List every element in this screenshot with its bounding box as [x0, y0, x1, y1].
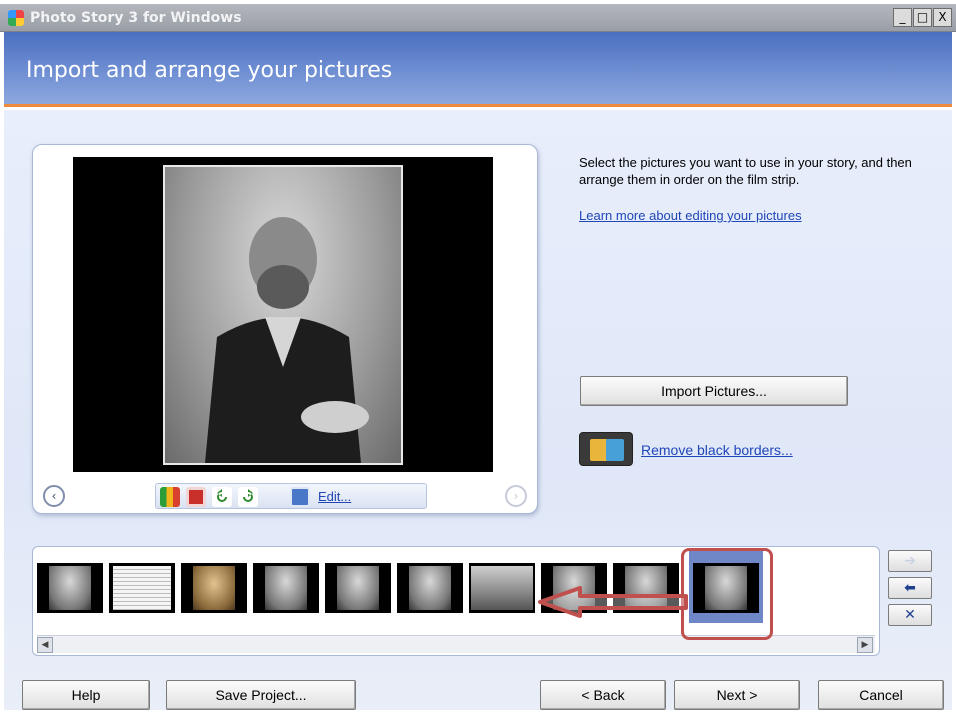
- app-icon: [8, 10, 24, 26]
- annotation-highlight: [681, 548, 773, 640]
- picture-toolbar: Edit...: [155, 483, 427, 509]
- remove-borders-icon[interactable]: [579, 432, 633, 466]
- cancel-button[interactable]: Cancel: [818, 680, 944, 710]
- preview-image: [73, 157, 493, 472]
- film-item[interactable]: [541, 563, 607, 613]
- film-item[interactable]: [397, 563, 463, 613]
- maximize-button[interactable]: □: [913, 8, 932, 27]
- minimize-button[interactable]: _: [893, 8, 912, 27]
- rotate-left-icon[interactable]: [212, 487, 232, 507]
- import-pictures-button[interactable]: Import Pictures...: [580, 376, 848, 406]
- film-item[interactable]: [613, 563, 679, 613]
- next-picture-button[interactable]: ›: [505, 485, 527, 507]
- film-item[interactable]: [325, 563, 391, 613]
- film-item[interactable]: [253, 563, 319, 613]
- film-item[interactable]: [109, 563, 175, 613]
- film-item[interactable]: [37, 563, 103, 613]
- scroll-right-button[interactable]: ▶: [857, 637, 873, 653]
- title-bar: Photo Story 3 for Windows _ □ X: [0, 4, 956, 32]
- move-left-button[interactable]: ⬅: [888, 577, 932, 599]
- red-eye-icon[interactable]: [186, 487, 206, 507]
- move-right-button[interactable]: ➔: [888, 550, 932, 572]
- edit-link[interactable]: Edit...: [318, 489, 351, 504]
- preview-panel: ‹ › Edit...: [32, 144, 538, 514]
- save-project-button[interactable]: Save Project...: [166, 680, 356, 710]
- levels-icon[interactable]: [160, 487, 180, 507]
- help-button[interactable]: Help: [22, 680, 150, 710]
- page-title: Import and arrange your pictures: [26, 58, 393, 83]
- next-button[interactable]: Next >: [674, 680, 800, 710]
- portrait-photo: [163, 165, 403, 465]
- edit-icon[interactable]: [290, 487, 310, 507]
- learn-more-link[interactable]: Learn more about editing your pictures: [579, 208, 802, 223]
- film-item[interactable]: [181, 563, 247, 613]
- remove-borders-link[interactable]: Remove black borders...: [641, 442, 793, 458]
- scroll-left-button[interactable]: ◀: [37, 637, 53, 653]
- film-item[interactable]: [469, 563, 535, 613]
- main-area: ‹ › Edit... Select the pictures you want…: [4, 110, 952, 710]
- window-title: Photo Story 3 for Windows: [30, 10, 242, 26]
- rotate-right-icon[interactable]: [238, 487, 258, 507]
- close-button[interactable]: X: [933, 8, 952, 27]
- back-button[interactable]: < Back: [540, 680, 666, 710]
- page-header: Import and arrange your pictures: [4, 32, 952, 107]
- previous-picture-button[interactable]: ‹: [43, 485, 65, 507]
- delete-picture-button[interactable]: ✕: [888, 604, 932, 626]
- instructions-text: Select the pictures you want to use in y…: [579, 155, 912, 187]
